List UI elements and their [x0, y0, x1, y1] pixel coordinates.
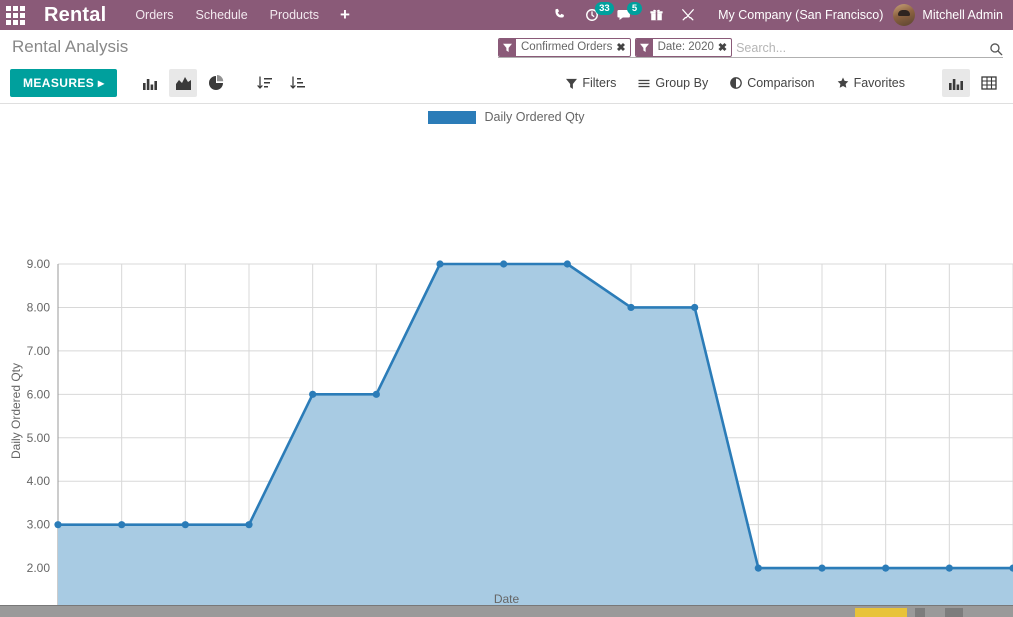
messages-icon[interactable]: 5 [608, 0, 643, 30]
facet-label: Date: 2020 [657, 41, 714, 53]
svg-text:2.00: 2.00 [27, 561, 51, 575]
control-panel: Rental Analysis Confirmed Orders ✖ Date:… [0, 30, 1013, 104]
comparison-menu[interactable]: Comparison [730, 76, 815, 90]
nav-item-schedule[interactable]: Schedule [185, 0, 259, 30]
facet-date-2020[interactable]: Date: 2020 ✖ [634, 37, 733, 57]
avatar[interactable] [893, 4, 916, 26]
app-brand-rental[interactable]: Rental [44, 0, 106, 30]
sort-buttons [246, 69, 312, 97]
y-axis-title: Daily Ordered Qty [9, 362, 23, 460]
phone-icon[interactable] [544, 0, 576, 30]
nav-item-products[interactable]: Products [259, 0, 330, 30]
user-menu[interactable]: Mitchell Admin [922, 0, 1007, 30]
sort-descending-icon[interactable] [251, 69, 279, 97]
filters-label: Filters [582, 76, 617, 90]
activity-clock-icon[interactable]: 33 [576, 0, 614, 30]
taskbar-item[interactable] [915, 608, 925, 617]
facet-label: Confirmed Orders [521, 41, 613, 53]
favorites-label: Favorites [853, 76, 905, 90]
graph-view-icon[interactable] [942, 69, 970, 97]
measures-button[interactable]: MEASURES ▸ [10, 69, 118, 97]
top-navbar: Rental Orders Schedule Products + 33 5 M… [0, 0, 1013, 30]
taskbar-active-window[interactable] [855, 608, 907, 617]
page-title: Rental Analysis [12, 36, 129, 56]
svg-text:4.00: 4.00 [27, 474, 51, 488]
search-bar[interactable]: Confirmed Orders ✖ Date: 2020 ✖ [498, 36, 1003, 58]
search-icon[interactable] [989, 42, 1003, 57]
control-panel-top: Rental Analysis Confirmed Orders ✖ Date:… [0, 30, 1013, 63]
star-icon [837, 77, 849, 89]
filter-icon [635, 38, 653, 56]
filter-icon [566, 78, 578, 89]
svg-text:9.00: 9.00 [27, 257, 51, 271]
message-count-badge: 5 [627, 2, 643, 15]
area-chart-svg[interactable]: 0.001.002.003.004.005.006.007.008.009.00… [0, 104, 1013, 609]
search-area: Confirmed Orders ✖ Date: 2020 ✖ [498, 36, 1003, 58]
company-selector[interactable]: My Company (San Francisco) [704, 0, 893, 30]
hamburger-icon [638, 78, 650, 89]
area-chart-icon[interactable] [169, 69, 198, 97]
sort-ascending-icon[interactable] [284, 69, 312, 97]
comparison-label: Comparison [747, 76, 815, 90]
pivot-view-icon[interactable] [975, 69, 1003, 97]
bar-chart-icon[interactable] [136, 69, 164, 97]
taskbar-item[interactable] [945, 608, 963, 617]
search-input[interactable] [736, 40, 983, 57]
group-by-label: Group By [655, 76, 709, 90]
facet-remove-icon[interactable]: ✖ [718, 41, 731, 54]
filter-icon [499, 38, 516, 56]
favorites-menu[interactable]: Favorites [837, 76, 905, 90]
x-axis-title: Date [493, 592, 520, 606]
nav-add-button[interactable]: + [330, 0, 360, 30]
tools-icon[interactable] [672, 0, 704, 30]
apps-grid-icon[interactable] [0, 0, 30, 30]
chart-legend: Daily Ordered Qty [0, 110, 1013, 124]
os-taskbar [0, 605, 1013, 617]
filters-menu[interactable]: Filters [566, 76, 616, 90]
gift-icon[interactable] [641, 0, 672, 30]
svg-text:7.00: 7.00 [27, 344, 51, 358]
facet-confirmed-orders[interactable]: Confirmed Orders ✖ [498, 37, 631, 57]
svg-text:5.00: 5.00 [27, 431, 51, 445]
chart-container: Daily Ordered Qty 0.001.002.003.004.005.… [0, 104, 1013, 609]
nav-item-orders[interactable]: Orders [124, 0, 184, 30]
svg-text:6.00: 6.00 [27, 387, 51, 401]
view-switcher [937, 69, 1003, 97]
control-panel-bottom: MEASURES ▸ Filters Group By Comparison F… [0, 63, 1013, 103]
pie-chart-icon[interactable] [202, 69, 230, 97]
svg-text:8.00: 8.00 [27, 300, 51, 314]
legend-label: Daily Ordered Qty [484, 110, 585, 124]
chart-type-buttons [131, 69, 230, 97]
legend-swatch [428, 110, 477, 124]
group-by-menu[interactable]: Group By [638, 76, 708, 90]
half-circle-icon [730, 77, 743, 89]
facet-remove-icon[interactable]: ✖ [616, 41, 629, 54]
svg-text:3.00: 3.00 [27, 518, 51, 532]
control-panel-menus: Filters Group By Comparison Favorites [544, 69, 1003, 97]
